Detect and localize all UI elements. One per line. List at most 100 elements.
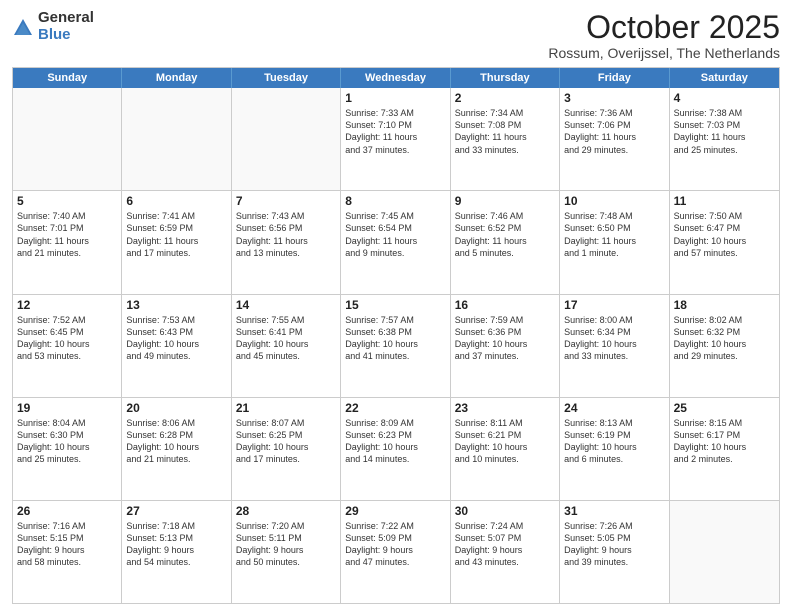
day-info: Sunrise: 7:41 AM Sunset: 6:59 PM Dayligh…: [126, 210, 226, 259]
cal-cell-4-4: 22Sunrise: 8:09 AM Sunset: 6:23 PM Dayli…: [341, 398, 450, 500]
cal-cell-5-3: 28 Sunrise: 7:20 AM Sunset: 5:11 PM Dayli…: [232, 501, 341, 603]
day-info: Sunrise: 7:52 AM Sunset: 6:45 PM Dayligh…: [17, 314, 117, 363]
day-number: 4: [674, 91, 775, 105]
day-number: 25: [674, 401, 775, 415]
day-info: Sunrise: 7:53 AM Sunset: 6:43 PM Dayligh…: [126, 314, 226, 363]
cal-cell-3-1: 12 Sunrise: 7:52 AM Sunset: 6:45 PM Dayli…: [13, 295, 122, 397]
logo-text: General Blue: [38, 10, 94, 43]
day-info: Sunrise: 7:50 AM Sunset: 6:47 PM Dayligh…: [674, 210, 775, 259]
day-number: 3: [564, 91, 664, 105]
day-number: 13: [126, 298, 226, 312]
day-info: Sunrise: 8:04 AM Sunset: 6:30 PM Dayligh…: [17, 417, 117, 466]
cal-cell-4-6: 24 Sunrise: 8:13 AM Sunset: 6:19 PM Dayli…: [560, 398, 669, 500]
day-info: Sunrise: 7:16 AM Sunset: 5:15 PM Dayligh…: [17, 520, 117, 569]
day-info: Sunrise: 8:11 AM Sunset: 6:21 PM Dayligh…: [455, 417, 555, 466]
cal-cell-5-6: 31 Sunrise: 7:26 AM Sunset: 5:05 PM Dayli…: [560, 501, 669, 603]
cal-cell-1-5: 2Sunrise: 7:34 AM Sunset: 7:08 PM Daylig…: [451, 88, 560, 190]
calendar: Sunday Monday Tuesday Wednesday Thursday…: [12, 67, 780, 604]
cal-cell-3-4: 15 Sunrise: 7:57 AM Sunset: 6:38 PM Dayli…: [341, 295, 450, 397]
cal-cell-5-7: [670, 501, 779, 603]
day-number: 15: [345, 298, 445, 312]
day-info: Sunrise: 7:22 AM Sunset: 5:09 PM Dayligh…: [345, 520, 445, 569]
day-number: 1: [345, 91, 445, 105]
day-info: Sunrise: 7:26 AM Sunset: 5:05 PM Dayligh…: [564, 520, 664, 569]
header-monday: Monday: [122, 68, 231, 88]
day-number: 26: [17, 504, 117, 518]
day-number: 19: [17, 401, 117, 415]
calendar-week-2: 5Sunrise: 7:40 AM Sunset: 7:01 PM Daylig…: [13, 190, 779, 293]
day-info: Sunrise: 7:18 AM Sunset: 5:13 PM Dayligh…: [126, 520, 226, 569]
calendar-week-5: 26 Sunrise: 7:16 AM Sunset: 5:15 PM Dayli…: [13, 500, 779, 603]
day-number: 24: [564, 401, 664, 415]
day-number: 10: [564, 194, 664, 208]
header-friday: Friday: [560, 68, 669, 88]
day-info: Sunrise: 7:33 AM Sunset: 7:10 PM Dayligh…: [345, 107, 445, 156]
day-info: Sunrise: 7:43 AM Sunset: 6:56 PM Dayligh…: [236, 210, 336, 259]
day-info: Sunrise: 7:36 AM Sunset: 7:06 PM Dayligh…: [564, 107, 664, 156]
day-number: 12: [17, 298, 117, 312]
cal-cell-4-1: 19 Sunrise: 8:04 AM Sunset: 6:30 PM Dayli…: [13, 398, 122, 500]
day-number: 7: [236, 194, 336, 208]
day-info: Sunrise: 8:07 AM Sunset: 6:25 PM Dayligh…: [236, 417, 336, 466]
cal-cell-1-1: [13, 88, 122, 190]
cal-cell-1-3: [232, 88, 341, 190]
day-info: Sunrise: 7:55 AM Sunset: 6:41 PM Dayligh…: [236, 314, 336, 363]
cal-cell-3-7: 18Sunrise: 8:02 AM Sunset: 6:32 PM Dayli…: [670, 295, 779, 397]
calendar-week-1: 1 Sunrise: 7:33 AM Sunset: 7:10 PM Daylig…: [13, 88, 779, 190]
cal-cell-2-2: 6 Sunrise: 7:41 AM Sunset: 6:59 PM Daylig…: [122, 191, 231, 293]
day-info: Sunrise: 7:59 AM Sunset: 6:36 PM Dayligh…: [455, 314, 555, 363]
cal-cell-5-1: 26 Sunrise: 7:16 AM Sunset: 5:15 PM Dayli…: [13, 501, 122, 603]
cal-cell-4-3: 21Sunrise: 8:07 AM Sunset: 6:25 PM Dayli…: [232, 398, 341, 500]
day-info: Sunrise: 8:00 AM Sunset: 6:34 PM Dayligh…: [564, 314, 664, 363]
header-thursday: Thursday: [451, 68, 560, 88]
day-info: Sunrise: 7:46 AM Sunset: 6:52 PM Dayligh…: [455, 210, 555, 259]
day-number: 6: [126, 194, 226, 208]
day-info: Sunrise: 8:15 AM Sunset: 6:17 PM Dayligh…: [674, 417, 775, 466]
header-sunday: Sunday: [13, 68, 122, 88]
day-info: Sunrise: 8:09 AM Sunset: 6:23 PM Dayligh…: [345, 417, 445, 466]
day-info: Sunrise: 7:38 AM Sunset: 7:03 PM Dayligh…: [674, 107, 775, 156]
day-number: 16: [455, 298, 555, 312]
day-number: 20: [126, 401, 226, 415]
day-number: 9: [455, 194, 555, 208]
cal-cell-2-5: 9 Sunrise: 7:46 AM Sunset: 6:52 PM Daylig…: [451, 191, 560, 293]
title-block: October 2025 Rossum, Overijssel, The Net…: [548, 10, 780, 61]
calendar-body: 1 Sunrise: 7:33 AM Sunset: 7:10 PM Daylig…: [13, 88, 779, 603]
day-info: Sunrise: 8:13 AM Sunset: 6:19 PM Dayligh…: [564, 417, 664, 466]
day-info: Sunrise: 7:57 AM Sunset: 6:38 PM Dayligh…: [345, 314, 445, 363]
cal-cell-4-2: 20 Sunrise: 8:06 AM Sunset: 6:28 PM Dayli…: [122, 398, 231, 500]
cal-cell-1-7: 4 Sunrise: 7:38 AM Sunset: 7:03 PM Daylig…: [670, 88, 779, 190]
calendar-week-3: 12 Sunrise: 7:52 AM Sunset: 6:45 PM Dayli…: [13, 294, 779, 397]
header: General Blue October 2025 Rossum, Overij…: [12, 10, 780, 61]
header-wednesday: Wednesday: [341, 68, 450, 88]
cal-cell-2-6: 10 Sunrise: 7:48 AM Sunset: 6:50 PM Dayli…: [560, 191, 669, 293]
header-tuesday: Tuesday: [232, 68, 341, 88]
location-text: Rossum, Overijssel, The Netherlands: [548, 45, 780, 61]
calendar-header: Sunday Monday Tuesday Wednesday Thursday…: [13, 68, 779, 88]
day-number: 8: [345, 194, 445, 208]
day-number: 23: [455, 401, 555, 415]
cal-cell-1-6: 3 Sunrise: 7:36 AM Sunset: 7:06 PM Daylig…: [560, 88, 669, 190]
logo-blue-text: Blue: [38, 27, 94, 44]
cal-cell-3-6: 17 Sunrise: 8:00 AM Sunset: 6:34 PM Dayli…: [560, 295, 669, 397]
day-number: 28: [236, 504, 336, 518]
cal-cell-3-5: 16 Sunrise: 7:59 AM Sunset: 6:36 PM Dayli…: [451, 295, 560, 397]
day-number: 5: [17, 194, 117, 208]
logo: General Blue: [12, 10, 94, 43]
header-saturday: Saturday: [670, 68, 779, 88]
cal-cell-4-7: 25 Sunrise: 8:15 AM Sunset: 6:17 PM Dayli…: [670, 398, 779, 500]
day-number: 29: [345, 504, 445, 518]
month-title: October 2025: [548, 10, 780, 45]
day-number: 14: [236, 298, 336, 312]
day-number: 17: [564, 298, 664, 312]
day-number: 30: [455, 504, 555, 518]
calendar-week-4: 19 Sunrise: 8:04 AM Sunset: 6:30 PM Dayli…: [13, 397, 779, 500]
day-info: Sunrise: 8:06 AM Sunset: 6:28 PM Dayligh…: [126, 417, 226, 466]
day-number: 27: [126, 504, 226, 518]
day-info: Sunrise: 7:45 AM Sunset: 6:54 PM Dayligh…: [345, 210, 445, 259]
cal-cell-5-4: 29 Sunrise: 7:22 AM Sunset: 5:09 PM Dayli…: [341, 501, 450, 603]
day-info: Sunrise: 7:20 AM Sunset: 5:11 PM Dayligh…: [236, 520, 336, 569]
day-info: Sunrise: 7:48 AM Sunset: 6:50 PM Dayligh…: [564, 210, 664, 259]
cal-cell-5-2: 27 Sunrise: 7:18 AM Sunset: 5:13 PM Dayli…: [122, 501, 231, 603]
day-number: 31: [564, 504, 664, 518]
